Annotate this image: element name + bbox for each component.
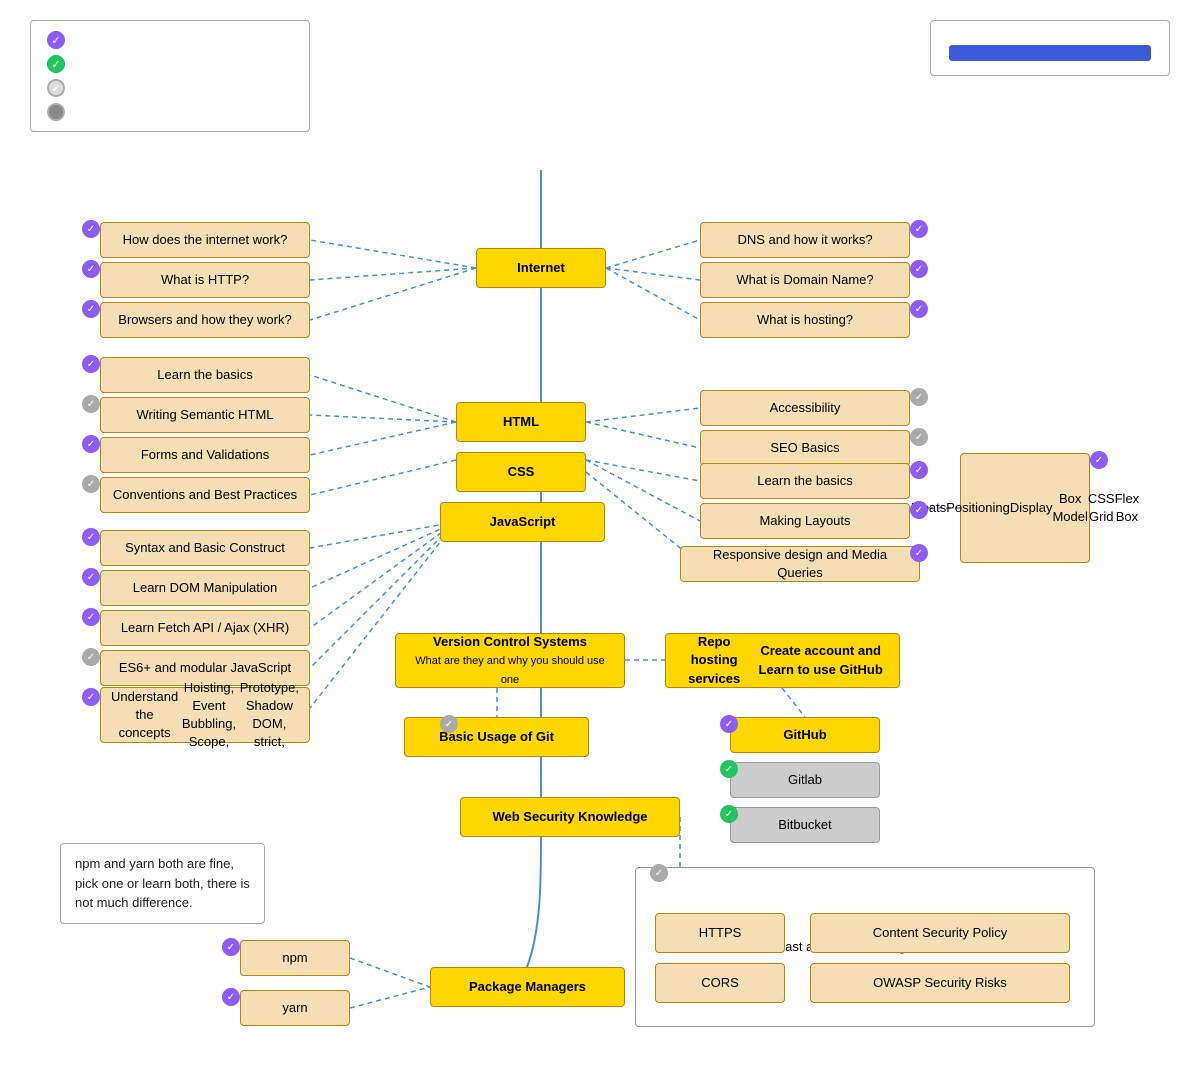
badge-8: ✓ bbox=[82, 435, 100, 453]
callout-npm-yarn: npm and yarn both are fine, pick one or … bbox=[60, 843, 265, 924]
legend-item-green: ✓ bbox=[47, 55, 293, 73]
node-floats_box[interactable]: FloatsPositioningDisplayBox ModelCSS Gri… bbox=[960, 453, 1090, 563]
node-learn_dom[interactable]: Learn DOM Manipulation bbox=[100, 570, 310, 606]
legend-item-purple: ✓ bbox=[47, 31, 293, 49]
node-yarn[interactable]: yarn bbox=[240, 990, 350, 1026]
info-box-link[interactable] bbox=[949, 45, 1151, 61]
badge-12: ✓ bbox=[82, 608, 100, 626]
badge-16: ✓ bbox=[910, 428, 928, 446]
node-making_layouts[interactable]: Making Layouts bbox=[700, 503, 910, 539]
info-box bbox=[930, 20, 1170, 76]
badge-0: ✓ bbox=[82, 220, 100, 238]
node-css[interactable]: CSS bbox=[456, 452, 586, 492]
node-what_http[interactable]: What is HTTP? bbox=[100, 262, 310, 298]
node-responsive[interactable]: Responsive design and Media Queries bbox=[680, 546, 920, 582]
legend-item-gray-light: ✓ bbox=[47, 79, 293, 97]
badge-1: ✓ bbox=[82, 260, 100, 278]
legend-box: ✓ ✓ ✓ bbox=[30, 20, 310, 132]
badge-11: ✓ bbox=[82, 568, 100, 586]
node-bitbucket[interactable]: Bitbucket bbox=[730, 807, 880, 843]
node-html[interactable]: HTML bbox=[456, 402, 586, 442]
badge-7: ✓ bbox=[82, 395, 100, 413]
badge-27: ✓ bbox=[650, 864, 668, 882]
node-pkgmgr[interactable]: Package Managers bbox=[430, 967, 625, 1007]
badge-5: ✓ bbox=[910, 300, 928, 318]
node-csp_node[interactable]: Content Security Policy bbox=[810, 913, 1070, 953]
badge-17: ✓ bbox=[910, 461, 928, 479]
legend-item-gray bbox=[47, 103, 293, 121]
node-hosting[interactable]: What is hosting? bbox=[700, 302, 910, 338]
node-understand[interactable]: Understand the conceptsHoisting, Event B… bbox=[100, 687, 310, 743]
node-owasp_node[interactable]: OWASP Security Risks bbox=[810, 963, 1070, 1003]
badge-25: ✓ bbox=[222, 938, 240, 956]
legend-icon-gray-light: ✓ bbox=[47, 79, 65, 97]
node-websec[interactable]: Web Security Knowledge bbox=[460, 797, 680, 837]
badge-19: ✓ bbox=[910, 544, 928, 562]
badge-24: ✓ bbox=[720, 805, 738, 823]
node-conv_bp[interactable]: Conventions and Best Practices bbox=[100, 477, 310, 513]
legend-icon-gray bbox=[47, 103, 65, 121]
node-internet[interactable]: Internet bbox=[476, 248, 606, 288]
node-css_basics[interactable]: Learn the basics bbox=[700, 463, 910, 499]
node-https_node[interactable]: HTTPS bbox=[655, 913, 785, 953]
node-forms_val[interactable]: Forms and Validations bbox=[100, 437, 310, 473]
legend-icon-green: ✓ bbox=[47, 55, 65, 73]
node-gitlab[interactable]: Gitlab bbox=[730, 762, 880, 798]
node-js[interactable]: JavaScript bbox=[440, 502, 605, 542]
badge-9: ✓ bbox=[82, 475, 100, 493]
node-learn_basics_html[interactable]: Learn the basics bbox=[100, 357, 310, 393]
node-domain[interactable]: What is Domain Name? bbox=[700, 262, 910, 298]
legend-icon-purple: ✓ bbox=[47, 31, 65, 49]
node-seo[interactable]: SEO Basics bbox=[700, 430, 910, 466]
node-github[interactable]: GitHub bbox=[730, 717, 880, 753]
badge-20: ✓ bbox=[1090, 451, 1108, 469]
badge-14: ✓ bbox=[82, 688, 100, 706]
node-sem_html[interactable]: Writing Semantic HTML bbox=[100, 397, 310, 433]
badge-21: ✓ bbox=[440, 715, 458, 733]
badge-3: ✓ bbox=[910, 220, 928, 238]
node-dns[interactable]: DNS and how it works? bbox=[700, 222, 910, 258]
badge-13: ✓ bbox=[82, 648, 100, 666]
node-accessibility[interactable]: Accessibility bbox=[700, 390, 910, 426]
node-fetch_api[interactable]: Learn Fetch API / Ajax (XHR) bbox=[100, 610, 310, 646]
node-syntax_bc[interactable]: Syntax and Basic Construct bbox=[100, 530, 310, 566]
badge-4: ✓ bbox=[910, 260, 928, 278]
node-basicgit[interactable]: Basic Usage of Git bbox=[404, 717, 589, 757]
badge-22: ✓ bbox=[720, 715, 738, 733]
node-npm[interactable]: npm bbox=[240, 940, 350, 976]
badge-15: ✓ bbox=[910, 388, 928, 406]
node-vcs[interactable]: Version Control SystemsWhat are they and… bbox=[395, 633, 625, 688]
node-repo_hosting[interactable]: Repo hosting servicesCreate account and … bbox=[665, 633, 900, 688]
badge-26: ✓ bbox=[222, 988, 240, 1006]
node-cors_node[interactable]: CORS bbox=[655, 963, 785, 1003]
badge-10: ✓ bbox=[82, 528, 100, 546]
badge-23: ✓ bbox=[720, 760, 738, 778]
badge-6: ✓ bbox=[82, 355, 100, 373]
badge-18: ✓ bbox=[910, 501, 928, 519]
badge-2: ✓ bbox=[82, 300, 100, 318]
node-how_internet[interactable]: How does the internet work? bbox=[100, 222, 310, 258]
node-browsers[interactable]: Browsers and how they work? bbox=[100, 302, 310, 338]
